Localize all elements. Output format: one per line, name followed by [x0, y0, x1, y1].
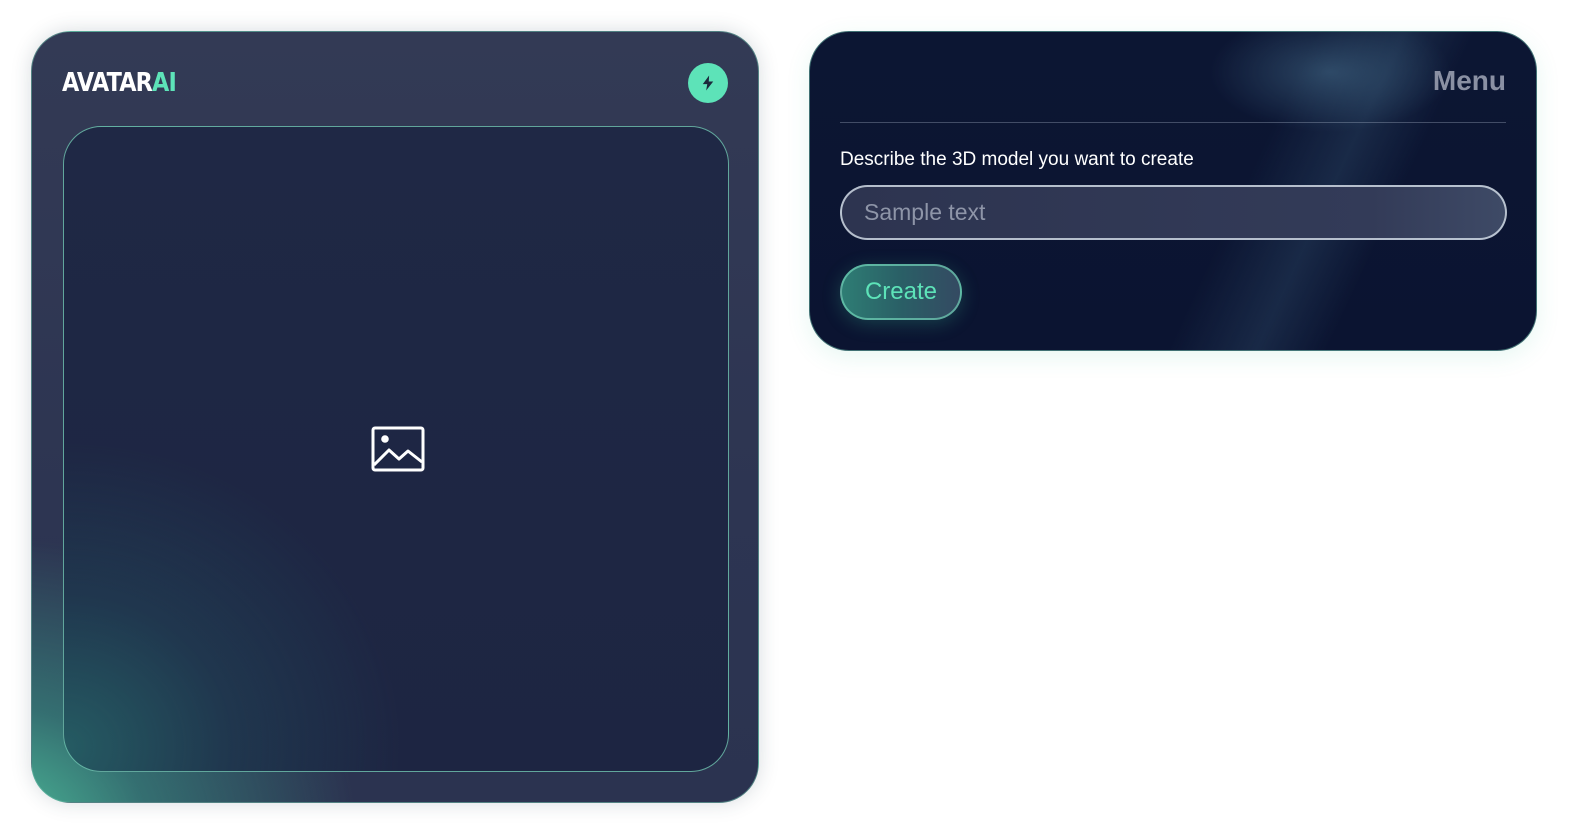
lightning-badge-button[interactable]: [688, 63, 728, 103]
prompt-input[interactable]: [840, 185, 1507, 240]
lightning-bolt-icon: [702, 75, 714, 91]
image-preview-area: [63, 126, 729, 772]
prompt-panel: Menu Describe the 3D model you want to c…: [809, 31, 1537, 351]
logo-main-text: AVATAR: [62, 68, 153, 98]
create-button[interactable]: Create: [840, 264, 962, 320]
menu-button[interactable]: Menu: [1433, 65, 1506, 97]
divider: [840, 122, 1506, 123]
app-logo: AVATARAI: [62, 68, 177, 98]
avatar-preview-card: AVATARAI: [31, 31, 759, 803]
prompt-label: Describe the 3D model you want to create: [840, 149, 1194, 170]
image-placeholder-icon: [371, 426, 425, 472]
logo-accent-text: AI: [152, 68, 177, 98]
